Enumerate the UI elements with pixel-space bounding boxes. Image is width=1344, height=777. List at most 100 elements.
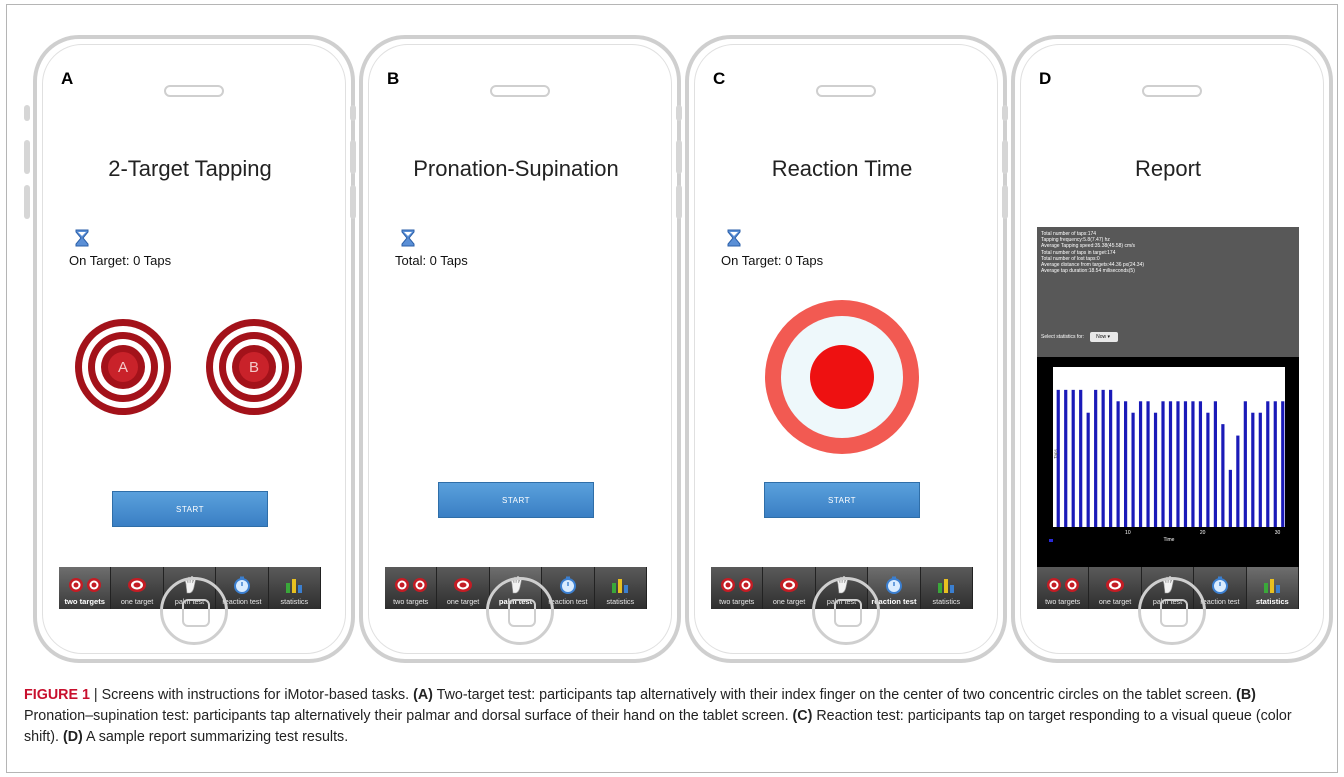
tab-label: statistics [932,597,961,606]
home-button[interactable] [1138,577,1206,645]
tab-statistics[interactable]: statistics [1246,567,1300,609]
tab-one-target[interactable]: one target [437,567,490,609]
caption-ref-c: (C) [792,708,813,724]
phone-side-button [676,185,682,219]
chart-bar [1228,469,1232,527]
phone-panel-c: C Reaction Time On Target: 0 Taps START … [676,35,1007,663]
phone-side-button [24,185,30,219]
tab-statistics[interactable]: statistics [920,567,974,609]
panel-letter: D [1039,69,1052,88]
phone-screen: 2-Target Tapping On Target: 0 Taps A B S… [59,132,322,609]
chart-bar [1176,401,1180,527]
screen-title: Report [1134,156,1202,181]
y-axis-label: Taps [1053,449,1058,459]
home-button[interactable] [486,577,554,645]
chart-bar [1213,401,1217,527]
phone-side-button [350,185,356,219]
chart-bar [1236,435,1240,527]
hourglass-icon [401,229,415,247]
caption-text: | Screens with instructions for iMotor-b… [89,687,414,703]
chart-bar [1153,412,1158,527]
chart-bar [1221,424,1225,527]
x-tick-label: 20 [1200,530,1206,536]
legend-swatch [1049,539,1053,542]
phone-panel-a: A 2-Target Tapping On Target: 0 Taps A B [24,35,355,663]
tab-label: one target [772,597,806,606]
phone-side-button [24,140,30,174]
bar-chart-icon [610,575,630,595]
target-b[interactable]: B [204,317,304,417]
tab-one-target[interactable]: one target [111,567,164,609]
x-tick-label: 10 [1125,530,1131,536]
two-targets-icon [68,575,102,595]
screen-content: On Target: 0 Taps A B START [59,227,321,567]
chart-bar [1168,401,1173,527]
tab-label: one target [446,597,480,606]
phone-side-button [676,105,682,121]
tap-counter: Total: 0 Taps [395,253,468,268]
chart-bar [1138,401,1143,527]
phone-side-button [1002,105,1008,121]
target-b-label: B [249,359,259,376]
chart-bar [1191,401,1195,527]
tab-label: statistics [1255,597,1289,606]
stopwatch-icon [233,575,251,595]
hourglass-icon [727,229,741,247]
x-axis-label: Time [1164,537,1175,543]
target-a[interactable]: A [73,317,173,417]
phone-screen: Pronation-Supination Total: 0 Taps START… [385,132,648,609]
start-button[interactable]: START [112,491,268,527]
two-targets-icon [1046,575,1080,595]
tab-two-targets[interactable]: two targets [385,567,438,609]
tab-two-targets[interactable]: two targets [59,567,112,609]
tab-label: two targets [1045,597,1081,606]
phone-side-button [24,105,30,121]
tab-label: two targets [719,597,755,606]
one-target-icon [1105,575,1125,595]
select-value: Now [1096,334,1107,340]
two-targets-icon [720,575,754,595]
statistics-select[interactable]: Now ▾ [1090,332,1119,342]
start-button[interactable]: START [764,482,920,518]
chart-bar [1101,389,1105,527]
phone-speaker [490,85,550,97]
statistics-selector-row: Select statistics for: Now ▾ [1037,332,1119,342]
chart-bar [1281,401,1285,527]
phone-side-button [350,105,356,121]
screen-content: Total: 0 Taps START [385,227,647,567]
home-button[interactable] [812,577,880,645]
phone-side-button [350,140,356,174]
chart-bar [1064,389,1068,527]
caption-ref-b: (B) [1236,687,1256,703]
dropdown-arrow-icon: ▾ [1107,334,1110,340]
phone-panel-d: D Report Total number of taps:174 Tappin… [1002,35,1333,663]
reaction-target[interactable] [764,299,920,455]
start-button[interactable]: START [438,482,594,518]
home-button[interactable] [160,577,228,645]
figure-caption: FIGURE 1 | Screens with instructions for… [24,685,1324,748]
tab-label: one target [1098,597,1132,606]
tab-label: reaction test [548,597,588,606]
tab-one-target[interactable]: one target [1089,567,1142,609]
caption-ref-d: (D) [62,729,83,745]
tap-counter: On Target: 0 Taps [721,253,824,268]
tab-one-target[interactable]: one target [763,567,816,609]
chart-bar [1116,401,1120,527]
stat-line: Average tap duration:18.54 miliseconds(5… [1041,268,1135,275]
chart-bar [1273,401,1277,527]
target-a-label: A [118,359,128,376]
tab-two-targets[interactable]: two targets [1037,567,1090,609]
tab-statistics[interactable]: statistics [594,567,648,609]
tab-label: two targets [64,597,105,606]
tab-two-targets[interactable]: two targets [711,567,764,609]
chart-bar [1123,401,1128,527]
phone-screen: Reaction Time On Target: 0 Taps START tw… [711,132,974,609]
caption-text-b: Pronation–supination test: participants … [24,708,793,724]
tab-label: two targets [393,597,429,606]
chart-bar [1109,389,1113,527]
panel-letter: A [61,69,74,88]
chart-bar [1086,412,1090,527]
chart-bar [1079,389,1083,527]
tab-statistics[interactable]: statistics [268,567,322,609]
stopwatch-icon [559,575,577,595]
